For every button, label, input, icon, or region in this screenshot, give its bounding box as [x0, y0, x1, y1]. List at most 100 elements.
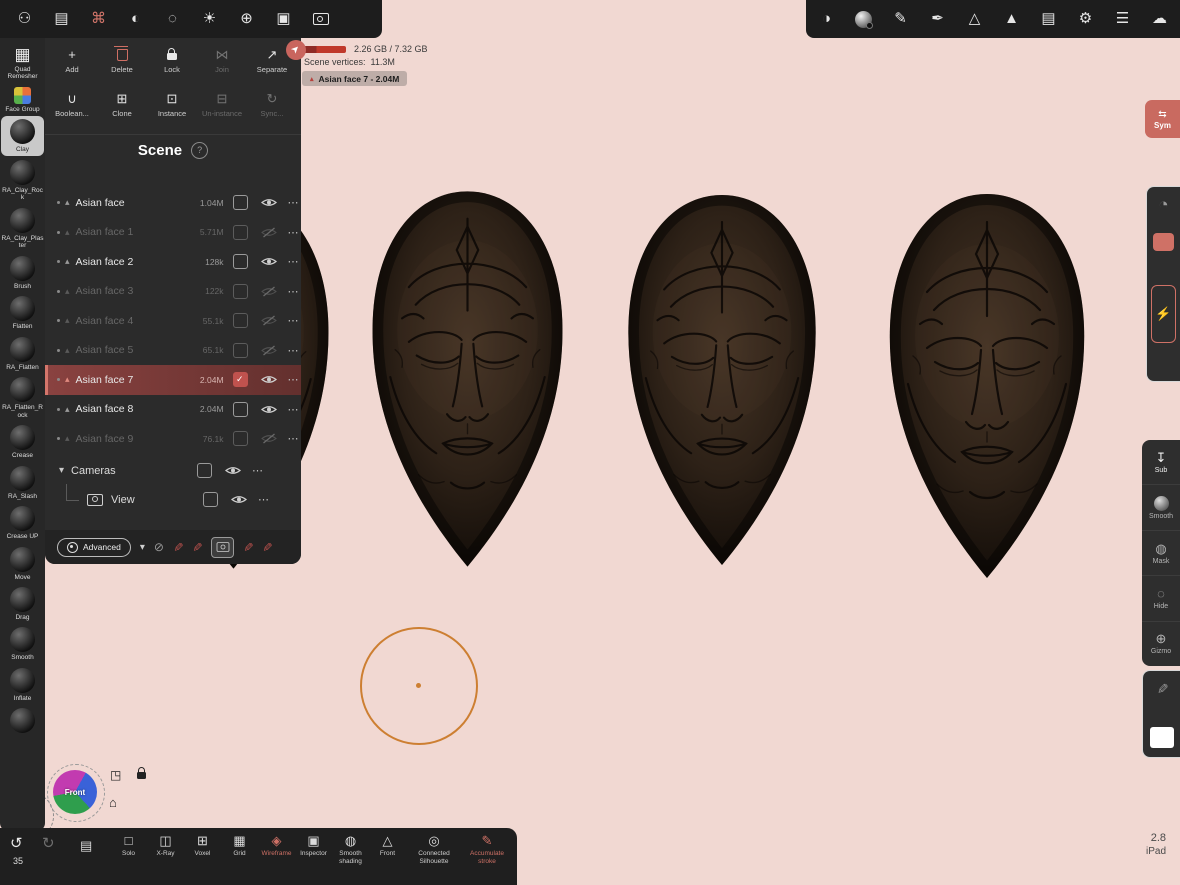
sub-button[interactable]: ↧ Sub [1142, 440, 1180, 484]
tool-ra-flatten[interactable]: RA_Flatten [1, 334, 44, 373]
undo-button[interactable]: ↺ [10, 834, 23, 852]
front-button[interactable]: △ Front [369, 833, 406, 866]
boolean-icon[interactable]: ◐ [117, 0, 154, 38]
scene-graph-icon[interactable]: ⌘ [80, 0, 117, 38]
scene-row-asian-face-4[interactable]: ▴ Asian face 4 55.1k ⋯ [45, 306, 301, 336]
sculpt-mask-3[interactable] [876, 186, 1098, 586]
smooth-shading-button[interactable]: ◍ Smooth shading [332, 833, 369, 866]
visibility-eye-off-icon[interactable] [261, 345, 277, 356]
tool-ra-flatten-rock[interactable]: RA_Flatten_Rock [1, 374, 44, 421]
dial-icon[interactable]: ◔ [1158, 195, 1168, 215]
no-paint-icon[interactable]: ⊘ [154, 540, 164, 554]
tool-drag[interactable]: Drag [1, 584, 44, 623]
tool-ra-clay-rock[interactable]: RA_Clay_Rock [1, 157, 44, 204]
visibility-eye-off-icon[interactable] [261, 286, 277, 297]
visibility-eye-icon[interactable] [225, 465, 241, 476]
row-menu-button[interactable]: ⋯ [288, 196, 299, 209]
view-camera-row[interactable]: View ⋯ [45, 485, 301, 514]
delete-button[interactable]: Delete [97, 45, 147, 74]
dyntopo-button[interactable]: ⚡ [1151, 285, 1176, 343]
stamp-icon[interactable]: ✒ [919, 0, 956, 38]
select-checkbox[interactable] [232, 195, 248, 211]
falloff-icon[interactable]: △ [956, 0, 993, 38]
scene-row-asian-face-7-selected[interactable]: ▴ Asian face 7 2.04M ⋯ [45, 365, 301, 395]
color-swatch-button[interactable] [1153, 233, 1174, 251]
visibility-eye-off-icon[interactable] [261, 433, 277, 444]
tool-ra-clay-plaster[interactable]: RA_Clay_Plaster [1, 205, 44, 252]
pencil-icon[interactable]: ✎ [882, 0, 919, 38]
sculpt-mask-1[interactable] [360, 183, 575, 575]
row-menu-button[interactable]: ⋯ [288, 403, 299, 416]
select-checkbox-checked[interactable] [232, 372, 248, 388]
environment-icon[interactable]: ⊕ [228, 0, 265, 38]
camera-icon[interactable] [302, 0, 339, 38]
camera-mode-button[interactable] [211, 536, 235, 558]
tool-ra-slash[interactable]: RA_Slash [1, 463, 44, 502]
row-menu-button[interactable]: ⋯ [288, 314, 299, 327]
row-menu-button[interactable]: ⋯ [288, 285, 299, 298]
visibility-eye-icon[interactable] [231, 494, 247, 505]
row-menu-button[interactable]: ⋯ [288, 432, 299, 445]
visibility-eye-icon[interactable] [261, 374, 277, 385]
select-checkbox[interactable] [232, 313, 248, 329]
tool-partial[interactable] [1, 705, 44, 735]
brush-icon[interactable]: ✎ [1153, 683, 1170, 695]
tool-move[interactable]: Move [1, 544, 44, 583]
mask-button[interactable]: ◍ Mask [1142, 529, 1180, 575]
alpha-icon[interactable]: ▲ [993, 0, 1030, 38]
pin-panel-button[interactable]: ➤ [286, 40, 306, 60]
row-menu-button[interactable]: ⋯ [288, 373, 299, 386]
visibility-eye-off-icon[interactable] [261, 315, 277, 326]
sliders-icon[interactable]: ☰ [1104, 0, 1141, 38]
row-menu-button[interactable]: ⋯ [288, 226, 299, 239]
tool-crease-up[interactable]: Crease UP [1, 503, 44, 542]
inspector-button[interactable]: ▣ Inspector [295, 833, 332, 866]
connected-silhouette-button[interactable]: ◎ Connected Silhouette [406, 833, 462, 866]
wireframe-button[interactable]: ◈ Wireframe [258, 833, 295, 866]
tool-face-group[interactable]: Face Group [1, 84, 44, 115]
solo-button[interactable]: □ Solo [110, 833, 147, 866]
select-checkbox[interactable] [232, 401, 248, 417]
visibility-eye-off-icon[interactable] [261, 227, 277, 238]
boolean-button[interactable]: ∪ Boolean... [47, 90, 97, 118]
select-checkbox[interactable] [232, 224, 248, 240]
layers-icon[interactable]: ▤ [1030, 0, 1067, 38]
select-checkbox[interactable] [203, 492, 218, 507]
paint-icon[interactable]: ◑ [808, 0, 845, 38]
files-icon[interactable]: ▤ [43, 0, 80, 38]
select-checkbox[interactable] [197, 463, 213, 478]
select-checkbox[interactable] [232, 254, 248, 270]
nav-gizmo-ball[interactable]: Front [53, 770, 97, 814]
visibility-eye-icon[interactable] [261, 197, 277, 208]
visibility-eye-icon[interactable] [261, 404, 277, 415]
tool-inflate[interactable]: Inflate [1, 665, 44, 704]
voxel-button[interactable]: ⊞ Voxel [184, 833, 221, 866]
scene-row-asian-face-3[interactable]: ▴ Asian face 3 122k ⋯ [45, 277, 301, 307]
fullscreen-icon[interactable]: ◳ [110, 768, 121, 782]
tool-brush[interactable]: Brush [1, 253, 44, 292]
sculpt-mask-2[interactable] [616, 183, 828, 577]
topology-icon[interactable]: ◌ [154, 0, 191, 38]
instance-button[interactable]: ⊡ Instance [147, 90, 197, 118]
scene-row-asian-face-8[interactable]: ▴ Asian face 8 2.04M ⋯ [45, 395, 301, 425]
material-preview-ball[interactable] [845, 0, 882, 38]
users-icon[interactable]: ⚇ [6, 0, 43, 38]
help-icon[interactable]: ? [191, 142, 209, 159]
row-menu-button[interactable]: ⋯ [288, 255, 299, 268]
stroke-toggle-icon[interactable]: ✎ [190, 542, 204, 552]
view-lock-icon[interactable] [137, 767, 146, 779]
history-list-icon[interactable]: ▤ [80, 838, 92, 854]
white-color-swatch[interactable] [1149, 727, 1174, 748]
scene-row-asian-face-2[interactable]: ▴ Asian face 2 128k ⋯ [45, 247, 301, 277]
accumulate-stroke-button[interactable]: ✎ Accumulate stroke [462, 833, 512, 866]
stroke-toggle-icon[interactable]: ✎ [241, 542, 255, 552]
background-image-icon[interactable]: ▣ [265, 0, 302, 38]
scene-row-asian-face-1[interactable]: ▴ Asian face 1 5.71M ⋯ [45, 218, 301, 248]
grid-button[interactable]: ▦ Grid [221, 833, 258, 866]
lock-button[interactable]: Lock [147, 46, 197, 74]
select-checkbox[interactable] [232, 431, 248, 447]
uninstance-button[interactable]: ⊟ Un-instance [197, 90, 247, 118]
tool-smooth[interactable]: Smooth [1, 624, 44, 663]
scene-row-asian-face-9[interactable]: ▴ Asian face 9 76.1k ⋯ [45, 424, 301, 454]
select-checkbox[interactable] [232, 283, 248, 299]
